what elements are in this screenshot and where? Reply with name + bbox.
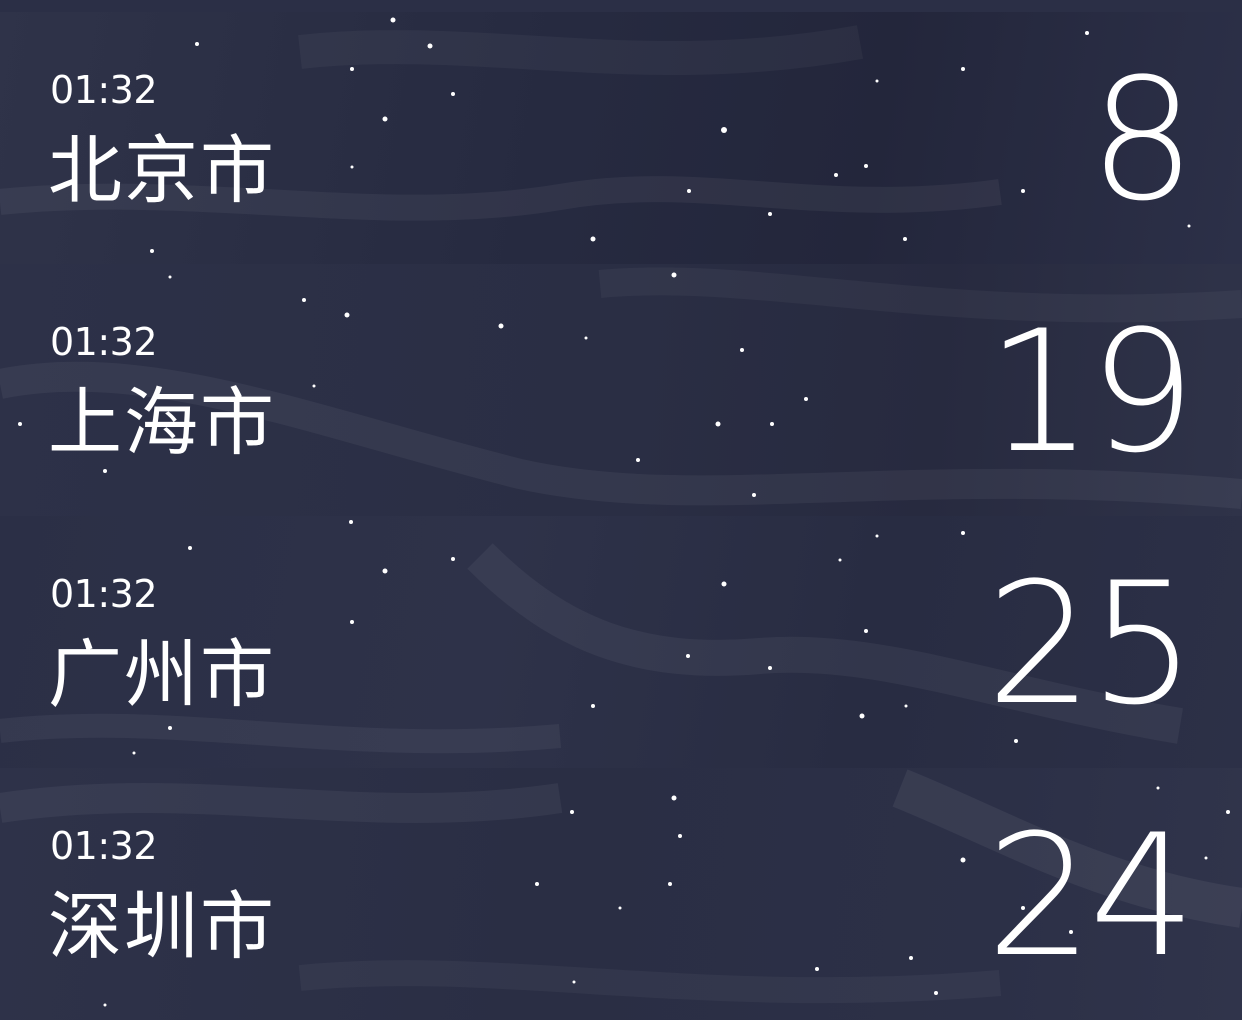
city-row-shenzhen[interactable]: 01:32 深圳市 24: [0, 768, 1242, 1020]
city-list: 01:32 北京市 8 01:32 上海市 19 01:32 广州市 25 01…: [0, 12, 1242, 1020]
top-strip: [0, 0, 1242, 12]
city-name: 深圳市: [48, 884, 276, 970]
temperature: 19: [986, 294, 1196, 490]
temperature: 25: [986, 546, 1196, 742]
local-time: 01:32: [50, 320, 158, 364]
city-row-shanghai[interactable]: 01:32 上海市 19: [0, 264, 1242, 516]
temperature: 24: [986, 798, 1196, 994]
city-row-beijing[interactable]: 01:32 北京市 8: [0, 12, 1242, 264]
local-time: 01:32: [50, 68, 158, 112]
temperature: 8: [1089, 42, 1196, 238]
city-row-guangzhou[interactable]: 01:32 广州市 25: [0, 516, 1242, 768]
city-name: 北京市: [48, 128, 276, 214]
city-name: 广州市: [48, 632, 276, 718]
local-time: 01:32: [50, 572, 158, 616]
local-time: 01:32: [50, 824, 158, 868]
city-name: 上海市: [48, 380, 276, 466]
